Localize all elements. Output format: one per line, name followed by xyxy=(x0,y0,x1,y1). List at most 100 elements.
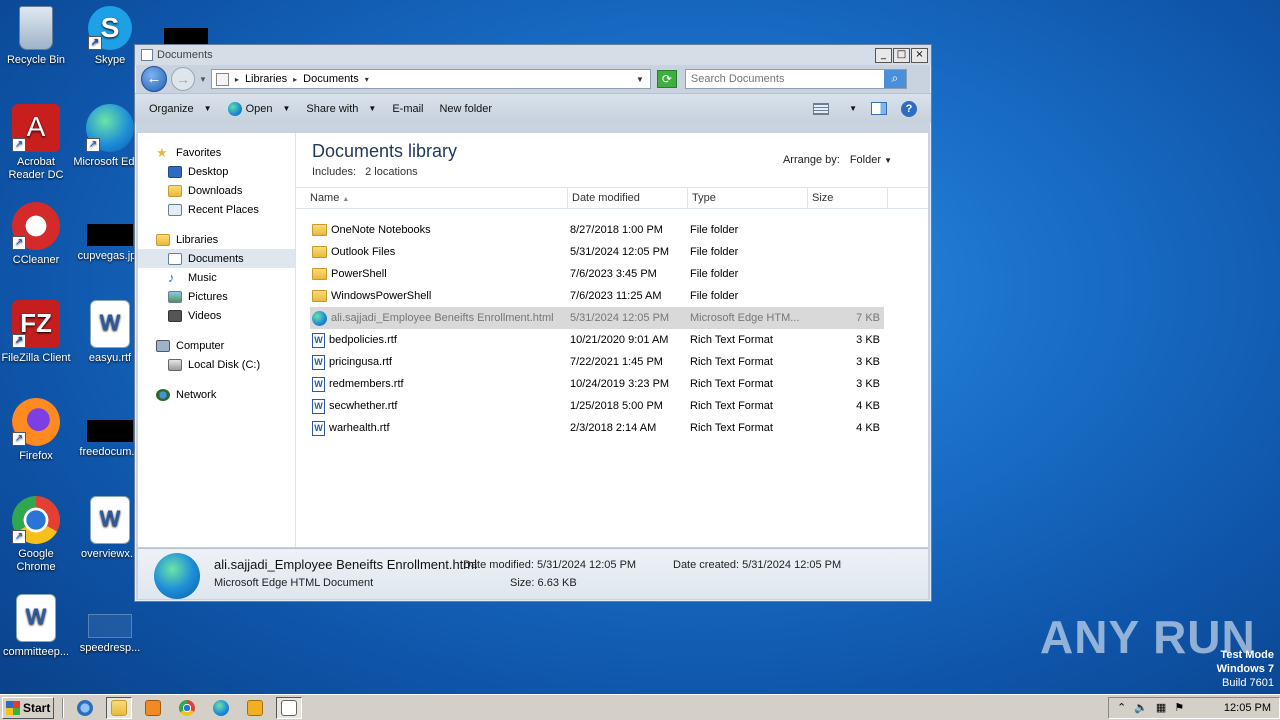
column-header-type[interactable]: Type xyxy=(688,188,808,208)
forward-arrow-icon[interactable]: → xyxy=(171,67,195,91)
chevron-down-icon[interactable]: ▼ xyxy=(282,104,290,113)
organize-button[interactable]: Organize ▼ xyxy=(149,103,212,115)
volume-icon[interactable]: 🔈 xyxy=(1134,701,1148,714)
taskbar-edge[interactable] xyxy=(208,697,234,719)
folder-icon xyxy=(111,699,127,716)
file-content-pane: Documents library Includes: 2 locations … xyxy=(296,133,928,547)
help-icon[interactable]: ? xyxy=(901,100,917,117)
column-header-date[interactable]: Date modified xyxy=(568,188,688,208)
file-row[interactable]: Wsecwhether.rtf 1/25/2018 5:00 PM Rich Tex… xyxy=(310,395,884,417)
breadcrumb-libraries[interactable]: Libraries xyxy=(245,73,287,85)
firefox-icon: ↗ xyxy=(12,398,60,446)
file-row[interactable]: Wredmembers.rtf 10/24/2019 3:23 PM Rich Te… xyxy=(310,373,884,395)
minimize-button[interactable]: _ xyxy=(875,47,892,63)
recent-pages-dropdown-icon[interactable]: ▼ xyxy=(199,75,207,84)
nav-label: Libraries xyxy=(176,233,219,246)
nav-item-recent-places[interactable]: Recent Places xyxy=(138,200,295,219)
maximize-button[interactable]: □ xyxy=(893,47,910,63)
file-name: WindowsPowerShell xyxy=(331,290,432,302)
word-doc-icon: W xyxy=(90,300,130,348)
file-row[interactable]: Wpricingusa.rtf 7/22/2021 1:45 PM Rich Tex… xyxy=(310,351,884,373)
file-size: 3 KB xyxy=(856,334,880,346)
file-date: 2/3/2018 2:14 AM xyxy=(570,422,657,434)
file-name: warhealth.rtf xyxy=(329,422,390,434)
arrange-by-dropdown[interactable]: Folder ▼ xyxy=(850,154,892,166)
column-header-name[interactable]: Name ▲ xyxy=(296,188,568,208)
taskbar-internet-explorer[interactable] xyxy=(72,697,98,719)
file-row[interactable]: ali.sajjadi_Employee Beneifts Enrollment… xyxy=(310,307,884,329)
file-row[interactable]: WindowsPowerShell 7/6/2023 11:25 AM File f… xyxy=(310,285,884,307)
document-icon xyxy=(281,699,297,716)
email-button[interactable]: E-mail xyxy=(392,103,423,115)
breadcrumb-documents[interactable]: Documents xyxy=(303,73,359,85)
organize-label: Organize xyxy=(149,102,194,115)
taskbar-explorer[interactable] xyxy=(106,696,132,719)
file-row[interactable]: PowerShell 7/6/2023 3:45 PM File folder xyxy=(310,263,884,285)
desktop-icon-committeep[interactable]: W committeep... xyxy=(0,594,74,659)
file-name-cell: Wwarhealth.rtf xyxy=(310,420,568,436)
taskbar-outlook[interactable] xyxy=(242,697,268,719)
nav-item-desktop[interactable]: Desktop xyxy=(138,162,295,181)
desktop-icon-acrobat[interactable]: A ↗ Acrobat Reader DC xyxy=(0,104,74,182)
start-button[interactable]: Start xyxy=(2,696,54,719)
desktop-icon-ccleaner[interactable]: ↗ CCleaner xyxy=(0,202,74,267)
nav-item-pictures[interactable]: Pictures xyxy=(138,287,295,306)
nav-item-libraries[interactable]: Libraries xyxy=(138,230,295,249)
crumb-separator-icon[interactable]: ▸ xyxy=(293,75,297,84)
title-bar[interactable]: Documents _ □ × xyxy=(135,45,931,65)
nav-item-documents[interactable]: Documents xyxy=(138,249,295,268)
crumb-separator-icon[interactable]: ▸ xyxy=(235,75,239,84)
change-view-icon[interactable] xyxy=(813,102,830,115)
file-row[interactable]: OneNote Notebooks 8/27/2018 1:00 PM File f… xyxy=(310,219,884,241)
taskbar-media-player[interactable] xyxy=(140,697,166,719)
file-row[interactable]: Wbedpolicies.rtf 10/21/2020 9:01 AM Rich T… xyxy=(310,329,884,351)
taskbar-notepad[interactable] xyxy=(276,696,302,719)
star-icon: ★ xyxy=(156,144,168,160)
nav-item-network[interactable]: Network xyxy=(138,385,295,404)
column-header-size[interactable]: Size xyxy=(808,188,888,208)
command-bar: Organize ▼ Open ▼ Share with ▼ E-mail New f… xyxy=(135,93,931,123)
explorer-body: ★ Favorites Desktop Downloads Recent Plac… xyxy=(138,133,928,547)
back-arrow-icon[interactable]: ← xyxy=(141,66,167,92)
show-hidden-icons-icon[interactable]: ⌃ xyxy=(1117,701,1126,714)
includes-locations-link[interactable]: 2 locations xyxy=(365,166,418,178)
taskbar-chrome[interactable] xyxy=(174,697,200,719)
desktop-icon-chrome[interactable]: ↗ Google Chrome xyxy=(0,496,74,574)
libraries-icon xyxy=(156,233,170,246)
open-button[interactable]: Open ▼ xyxy=(227,101,290,116)
file-name: pricingusa.rtf xyxy=(329,356,392,368)
view-options-dropdown-icon[interactable]: ▼ xyxy=(849,104,857,113)
file-row[interactable]: Wwarhealth.rtf 2/3/2018 2:14 AM Rich Text … xyxy=(310,417,884,439)
crumb-separator-icon[interactable]: ▾ xyxy=(365,75,369,84)
file-size: 4 KB xyxy=(856,400,880,412)
desktop-icon-recycle-bin[interactable]: Recycle Bin xyxy=(0,6,74,67)
nav-item-computer[interactable]: Computer xyxy=(138,336,295,355)
search-icon[interactable]: ⌕ xyxy=(883,70,906,88)
desktop-icon-speedresp[interactable]: speedresp... xyxy=(72,594,148,655)
share-with-button[interactable]: Share with ▼ xyxy=(306,103,376,115)
close-button[interactable]: × xyxy=(911,47,928,63)
preview-pane-icon[interactable] xyxy=(871,102,887,115)
nav-item-music[interactable]: ♪ Music xyxy=(138,268,295,287)
desktop-icon-filezilla[interactable]: FZ ↗ FileZilla Client xyxy=(0,300,74,365)
nav-item-favorites[interactable]: ★ Favorites xyxy=(138,143,295,162)
desktop-icon-firefox[interactable]: ↗ Firefox xyxy=(0,398,74,463)
address-dropdown-icon[interactable]: ▼ xyxy=(636,75,644,84)
nav-item-videos[interactable]: Videos xyxy=(138,306,295,325)
search-input[interactable] xyxy=(685,70,884,88)
network-status-icon[interactable]: ▦ xyxy=(1156,701,1166,714)
file-row[interactable]: Outlook Files 5/31/2024 12:05 PM File fold… xyxy=(310,241,884,263)
file-type: File folder xyxy=(690,224,739,236)
arrange-label: Arrange by: xyxy=(782,154,840,166)
refresh-icon[interactable]: ⟳ xyxy=(656,70,677,88)
clock[interactable]: 12:05 PM xyxy=(1224,702,1271,714)
nav-item-local-disk[interactable]: Local Disk (C:) xyxy=(138,355,295,374)
file-name-cell: PowerShell xyxy=(310,268,568,280)
file-date: 7/6/2023 3:45 PM xyxy=(570,268,657,280)
action-center-flag-icon[interactable]: ⚑ xyxy=(1174,701,1184,714)
nav-label: Videos xyxy=(188,309,222,322)
new-folder-button[interactable]: New folder xyxy=(439,103,492,115)
nav-item-downloads[interactable]: Downloads xyxy=(138,181,295,200)
address-bar[interactable]: ▸ Libraries ▸ Documents ▾ ▼ xyxy=(210,69,651,89)
window-controls: _ □ × xyxy=(875,47,928,63)
